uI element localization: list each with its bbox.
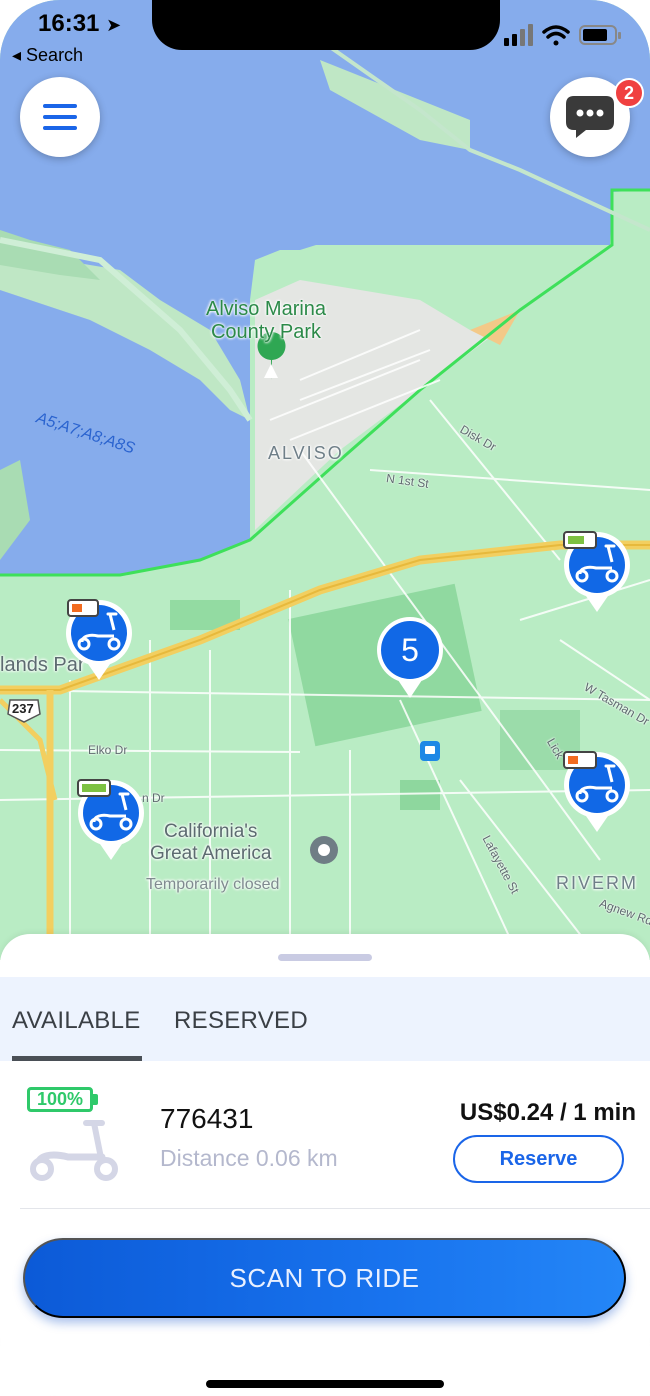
scooter-pin-icon bbox=[563, 751, 630, 832]
messages-badge: 2 bbox=[614, 78, 644, 108]
home-indicator[interactable] bbox=[206, 1380, 444, 1388]
reserve-button[interactable]: Reserve bbox=[453, 1135, 624, 1183]
scooter-pin-icon bbox=[77, 779, 144, 860]
tab-reserved[interactable]: RESERVED bbox=[174, 1007, 308, 1035]
scooter-marker[interactable] bbox=[562, 530, 632, 614]
hamburger-menu-icon bbox=[43, 104, 77, 130]
map-label-riverm: RIVERM bbox=[556, 873, 639, 893]
tab-available[interactable]: AVAILABLE bbox=[12, 1007, 141, 1035]
scooter-icon bbox=[30, 1120, 118, 1181]
route-237-shield-label: 237 bbox=[12, 701, 34, 716]
scan-to-ride-button[interactable]: SCAN TO RIDE bbox=[23, 1238, 626, 1318]
map-label-temporarily-closed: Temporarily closed bbox=[146, 876, 280, 893]
vehicle-price: US$0.24 / 1 min bbox=[459, 1099, 636, 1126]
cluster-count: 5 bbox=[401, 631, 419, 668]
battery-nub bbox=[93, 1094, 98, 1105]
bottom-sheet: AVAILABLE RESERVED 100% 776431 Distance … bbox=[0, 934, 650, 1396]
scooter-pin-icon bbox=[563, 531, 630, 612]
status-icons bbox=[504, 24, 621, 46]
scooter-marker[interactable] bbox=[64, 598, 134, 682]
map-label-elko-dr: Elko Dr bbox=[88, 743, 128, 757]
status-time-text: 16:31 bbox=[38, 10, 100, 37]
location-arrow-icon: ➤ bbox=[106, 15, 122, 35]
map-view[interactable]: Alviso Marina County Park A5;A7;A8;A8S AL… bbox=[0, 0, 650, 960]
battery-level-badge: 100% bbox=[27, 1087, 93, 1112]
status-time: 16:31 ➤ bbox=[38, 10, 121, 38]
scooter-marker[interactable] bbox=[76, 778, 146, 862]
app-screen: Alviso Marina County Park A5;A7;A8;A8S AL… bbox=[0, 0, 650, 1396]
vehicle-id: 776431 bbox=[160, 1103, 254, 1134]
chat-bubble-icon bbox=[566, 96, 614, 138]
map-label-great-america: California's Great America bbox=[150, 821, 272, 864]
battery-icon bbox=[579, 25, 621, 45]
map-label-alviso-marina-park: Alviso Marina County Park bbox=[206, 298, 327, 343]
vehicle-list-item[interactable]: 100% 776431 Distance 0.06 km US$0.24 / 1… bbox=[0, 1061, 650, 1211]
tab-bar: AVAILABLE RESERVED bbox=[0, 977, 650, 1061]
signal-icon bbox=[504, 24, 533, 46]
scooter-marker[interactable] bbox=[562, 750, 632, 834]
scooter-pin-icon bbox=[66, 599, 132, 680]
scooter-cluster-marker[interactable]: 5 bbox=[376, 616, 444, 700]
vehicle-distance: Distance 0.06 km bbox=[160, 1145, 338, 1171]
back-to-search-link[interactable]: ◂ Search bbox=[12, 45, 83, 66]
wifi-icon bbox=[542, 25, 570, 46]
map-label-alviso: ALVISO bbox=[268, 443, 344, 463]
sheet-drag-handle[interactable] bbox=[278, 954, 372, 961]
menu-button[interactable] bbox=[20, 77, 100, 157]
list-divider bbox=[20, 1208, 650, 1209]
device-notch bbox=[152, 0, 500, 50]
